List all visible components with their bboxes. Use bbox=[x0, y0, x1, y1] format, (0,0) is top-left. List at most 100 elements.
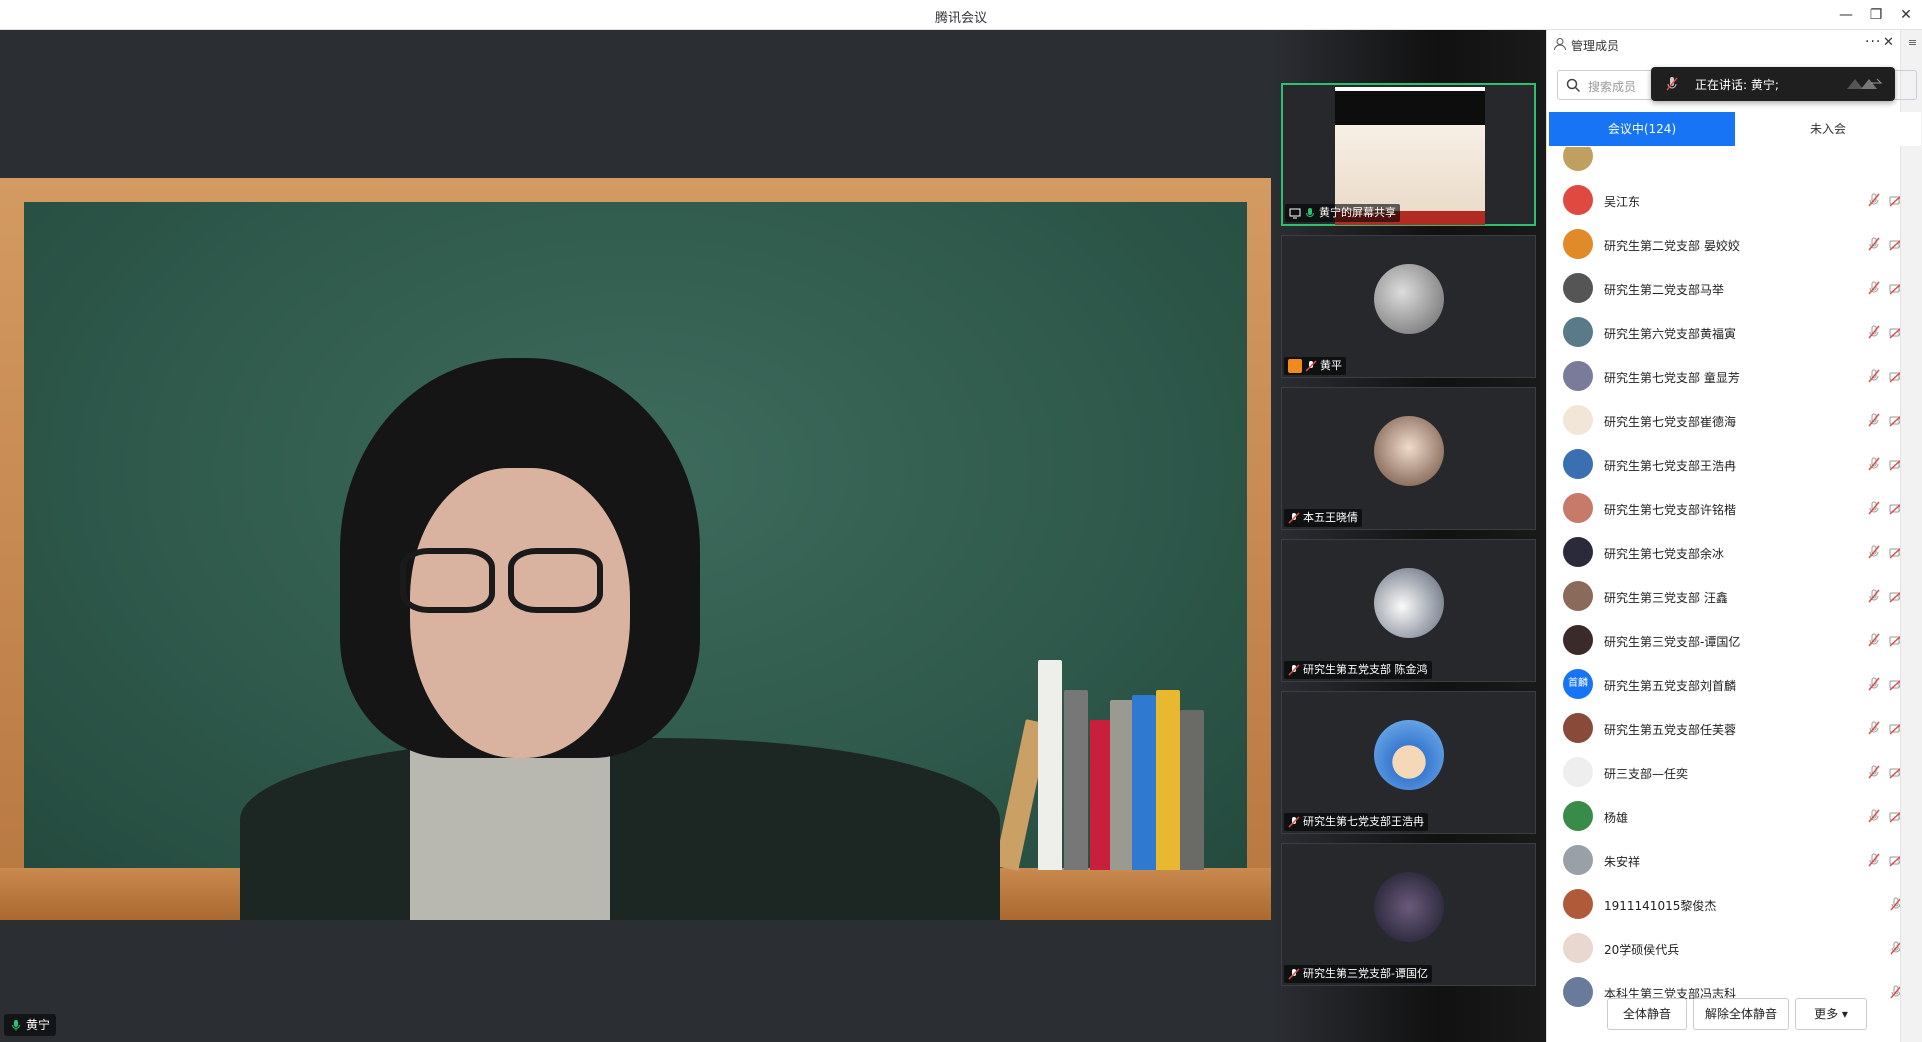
list-item[interactable]: 杨雄 bbox=[1547, 793, 1900, 837]
camera-off-icon[interactable] bbox=[1889, 765, 1900, 779]
mic-muted-icon[interactable] bbox=[1867, 853, 1881, 867]
list-item[interactable]: 吴江东 bbox=[1547, 177, 1900, 221]
mic-muted-icon[interactable] bbox=[1867, 237, 1881, 251]
member-name: 研究生第三党支部-谭国亿 bbox=[1604, 635, 1741, 649]
close-icon[interactable]: ✕ bbox=[1892, 4, 1920, 26]
mic-muted-icon[interactable] bbox=[1867, 325, 1881, 339]
camera-off-icon[interactable] bbox=[1889, 809, 1900, 823]
list-item[interactable]: 研究生第七党支部崔德海 bbox=[1547, 397, 1900, 441]
camera-off-icon[interactable] bbox=[1889, 633, 1900, 647]
thumbnail-participant[interactable]: 研究生第三党支部-谭国亿 bbox=[1281, 843, 1536, 986]
mic-muted-icon bbox=[1288, 816, 1300, 828]
mic-muted-icon[interactable] bbox=[1867, 457, 1881, 471]
thumbnail-label: 研究生第五党支部 陈金鸿 bbox=[1284, 661, 1432, 679]
avatar bbox=[1563, 493, 1593, 523]
mic-muted-icon[interactable] bbox=[1867, 369, 1881, 383]
camera-off-icon[interactable] bbox=[1889, 545, 1900, 559]
speaker-video[interactable] bbox=[0, 178, 1271, 920]
list-item[interactable]: 研究生第二党支部马举 bbox=[1547, 265, 1900, 309]
camera-off-icon[interactable] bbox=[1889, 677, 1900, 691]
list-item[interactable]: 研究生第六党支部黄福寅 bbox=[1547, 309, 1900, 353]
list-item[interactable] bbox=[1547, 147, 1900, 177]
member-tabs: 会议中(124) 未入会 bbox=[1549, 112, 1922, 146]
avatar bbox=[1563, 713, 1593, 743]
mute-all-button[interactable]: 全体静音 bbox=[1607, 998, 1687, 1030]
more-options-icon[interactable]: ··· bbox=[1865, 34, 1881, 50]
mic-muted-icon[interactable] bbox=[1867, 193, 1881, 207]
list-item[interactable]: 研究生第五党支部任芙蓉 bbox=[1547, 705, 1900, 749]
member-name: 1911141015黎俊杰 bbox=[1604, 899, 1717, 913]
restore-icon[interactable]: ❐ bbox=[1862, 4, 1890, 26]
list-item[interactable]: 朱安祥 bbox=[1547, 837, 1900, 881]
thumbnail-participant[interactable]: 黄平 bbox=[1281, 235, 1536, 378]
mic-muted-icon[interactable] bbox=[1867, 721, 1881, 735]
mic-muted-icon[interactable] bbox=[1867, 545, 1881, 559]
camera-off-icon[interactable] bbox=[1889, 281, 1900, 295]
mic-muted-icon[interactable] bbox=[1867, 765, 1881, 779]
list-item[interactable]: 研究生第三党支部-谭国亿 bbox=[1547, 617, 1900, 661]
mic-icon bbox=[12, 1020, 20, 1031]
member-name: 研究生第七党支部 童显芳 bbox=[1604, 371, 1740, 385]
mic-muted-icon[interactable] bbox=[1889, 941, 1900, 955]
avatar bbox=[1373, 872, 1444, 942]
camera-off-icon[interactable] bbox=[1889, 721, 1900, 735]
search-icon bbox=[1566, 78, 1581, 93]
list-item[interactable]: 研三支部—任奕 bbox=[1547, 749, 1900, 793]
member-list: 吴江东 研究生第二党支部 晏姣姣 研究生第二党支部马举 研究生第六党支部黄福寅 研究生第… bbox=[1547, 147, 1900, 1018]
tab-in-meeting[interactable]: 会议中(124) bbox=[1549, 112, 1735, 146]
mic-muted-icon[interactable] bbox=[1867, 413, 1881, 427]
camera-off-icon[interactable] bbox=[1889, 413, 1900, 427]
member-name: 吴江东 bbox=[1604, 195, 1641, 209]
list-item[interactable]: 研究生第三党支部 汪鑫 bbox=[1547, 573, 1900, 617]
camera-off-icon[interactable] bbox=[1889, 325, 1900, 339]
list-item[interactable]: 研究生第七党支部余冰 bbox=[1547, 529, 1900, 573]
avatar bbox=[1563, 845, 1593, 875]
thumbnail-participant[interactable]: 研究生第七党支部王浩冉 bbox=[1281, 691, 1536, 834]
mic-muted-icon[interactable] bbox=[1889, 897, 1900, 911]
avatar bbox=[1563, 889, 1593, 919]
thumbnail-participant[interactable]: 研究生第五党支部 陈金鸿 bbox=[1281, 539, 1536, 682]
mic-muted-icon[interactable] bbox=[1867, 809, 1881, 823]
avatar bbox=[1373, 720, 1444, 790]
mic-muted-icon[interactable] bbox=[1889, 985, 1900, 999]
camera-off-icon[interactable] bbox=[1889, 501, 1900, 515]
camera-off-icon[interactable] bbox=[1889, 853, 1900, 867]
thumbnail-label: 黄平 bbox=[1284, 357, 1346, 375]
close-panel-icon[interactable]: ✕ bbox=[1883, 35, 1894, 50]
mic-muted-icon[interactable] bbox=[1867, 281, 1881, 295]
list-item[interactable]: 研究生第七党支部王浩冉 bbox=[1547, 441, 1900, 485]
mic-muted-icon[interactable] bbox=[1867, 677, 1881, 691]
avatar bbox=[1563, 185, 1593, 215]
list-item[interactable]: 首麟 研究生第五党支部刘首麟 bbox=[1547, 661, 1900, 705]
mic-muted-icon bbox=[1666, 77, 1678, 91]
menu-icon[interactable]: ≡ bbox=[1905, 36, 1920, 50]
minimize-icon[interactable]: — bbox=[1832, 4, 1860, 26]
list-item[interactable]: 研究生第七党支部许铭楷 bbox=[1547, 485, 1900, 529]
mic-muted-icon[interactable] bbox=[1867, 501, 1881, 515]
camera-off-icon[interactable] bbox=[1889, 589, 1900, 603]
more-button[interactable]: 更多 ▾ bbox=[1795, 998, 1867, 1030]
list-item[interactable]: 研究生第二党支部 晏姣姣 bbox=[1547, 221, 1900, 265]
camera-off-icon[interactable] bbox=[1889, 457, 1900, 471]
mic-muted-icon[interactable] bbox=[1867, 589, 1881, 603]
avatar bbox=[1563, 757, 1593, 787]
avatar bbox=[1563, 229, 1593, 259]
mic-muted-icon[interactable] bbox=[1867, 633, 1881, 647]
screen-share-icon bbox=[1289, 208, 1301, 219]
camera-off-icon[interactable] bbox=[1889, 237, 1900, 251]
avatar bbox=[1563, 405, 1593, 435]
list-item[interactable]: 1911141015黎俊杰 bbox=[1547, 881, 1900, 925]
unmute-all-button[interactable]: 解除全体静音 bbox=[1693, 998, 1789, 1030]
member-name: 研究生第二党支部马举 bbox=[1604, 283, 1725, 297]
speaking-indicator: 正在讲话: 黄宁; bbox=[1651, 67, 1895, 101]
thumbnail-screen-share[interactable]: 黄宁的屏幕共享 bbox=[1281, 83, 1536, 226]
list-item[interactable]: 20学硕侯代兵 bbox=[1547, 925, 1900, 969]
camera-off-icon[interactable] bbox=[1889, 193, 1900, 207]
member-name: 杨雄 bbox=[1604, 811, 1629, 825]
thumbnail-participant[interactable]: 本五王晓倩 bbox=[1281, 387, 1536, 530]
avatar bbox=[1563, 361, 1593, 391]
thumbnail-label: 研究生第三党支部-谭国亿 bbox=[1284, 965, 1432, 983]
camera-off-icon[interactable] bbox=[1889, 369, 1900, 383]
list-item[interactable]: 研究生第七党支部 童显芳 bbox=[1547, 353, 1900, 397]
tab-not-joined[interactable]: 未入会 bbox=[1735, 112, 1921, 146]
